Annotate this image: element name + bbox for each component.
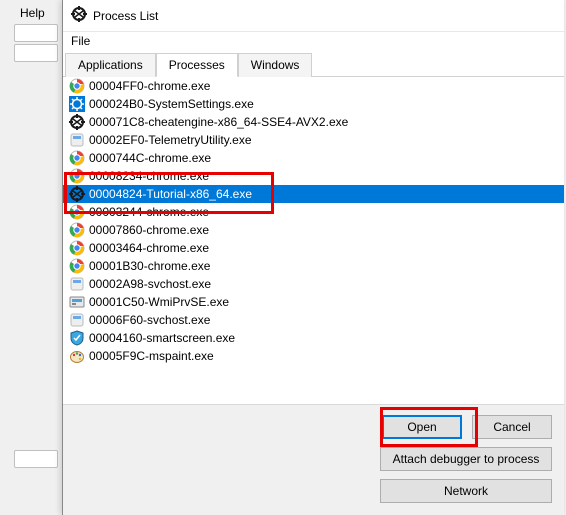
wmi-icon [69,294,85,310]
chrome-icon [69,240,85,256]
process-row-label: 0000744C-chrome.exe [89,151,211,165]
process-row-label: 00004824-Tutorial-x86_64.exe [89,187,252,201]
chrome-icon [69,258,85,274]
generic-icon [69,312,85,328]
process-row[interactable]: 00003464-chrome.exe [63,239,564,257]
dialog-titlebar: Process List [63,0,564,32]
tab-windows[interactable]: Windows [238,53,313,77]
paint-icon [69,348,85,364]
dialog-title: Process List [93,9,158,23]
dialog-menubar: File [63,32,564,52]
process-row-label: 00002A98-svchost.exe [89,277,211,291]
cancel-button[interactable]: Cancel [472,415,552,439]
attach-debugger-button[interactable]: Attach debugger to process [380,447,552,471]
generic-icon [69,276,85,292]
process-row-label: 000024B0-SystemSettings.exe [89,97,254,111]
process-row-label: 00001B30-chrome.exe [89,259,210,273]
process-row-label: 000071C8-cheatengine-x86_64-SSE4-AVX2.ex… [89,115,348,129]
bg-toolbar-field-1 [14,24,58,42]
tab-applications[interactable]: Applications [65,53,156,77]
process-row[interactable]: 00005F9C-mspaint.exe [63,347,564,365]
button-row-1: Open Cancel [382,415,552,439]
process-row[interactable]: 0000744C-chrome.exe [63,149,564,167]
generic-icon [69,132,85,148]
process-row-label: 00005F9C-mspaint.exe [89,349,214,363]
process-row-label: 00004160-smartscreen.exe [89,331,235,345]
process-row-label: 00003244-chrome.exe [89,205,209,219]
ce-icon [69,114,85,130]
process-list-dialog: Process List File Applications Processes… [62,0,564,515]
process-row-label: 00003464-chrome.exe [89,241,209,255]
process-row[interactable]: 00002EF0-TelemetryUtility.exe [63,131,564,149]
process-row[interactable]: 00007860-chrome.exe [63,221,564,239]
ce-icon [71,6,87,25]
chrome-icon [69,222,85,238]
process-row[interactable]: 00001B30-chrome.exe [63,257,564,275]
shield-icon [69,330,85,346]
ce-icon [69,186,85,202]
menu-file[interactable]: File [71,34,90,48]
process-row[interactable]: 00008234-chrome.exe [63,167,564,185]
chrome-icon [69,78,85,94]
open-button[interactable]: Open [382,415,462,439]
process-row[interactable]: 00004824-Tutorial-x86_64.exe [63,185,564,203]
process-row[interactable]: 000024B0-SystemSettings.exe [63,95,564,113]
network-button[interactable]: Network [380,479,552,503]
settings-icon [69,96,85,112]
chrome-icon [69,150,85,166]
process-row-label: 00007860-chrome.exe [89,223,209,237]
process-row[interactable]: 00001C50-WmiPrvSE.exe [63,293,564,311]
bg-toolbar-field-2 [14,44,58,62]
process-row[interactable]: 00004FF0-chrome.exe [63,77,564,95]
process-row[interactable]: 00004160-smartscreen.exe [63,329,564,347]
chrome-icon [69,168,85,184]
process-row[interactable]: 00006F60-svchost.exe [63,311,564,329]
process-row-label: 00008234-chrome.exe [89,169,209,183]
help-menu[interactable]: Help [14,4,51,22]
dialog-footer: Open Cancel Attach debugger to process N… [63,404,564,515]
process-tabs: Applications Processes Windows [63,52,564,77]
process-list[interactable]: 00004FF0-chrome.exe 000024B0-SystemSettin… [63,77,564,404]
chrome-icon [69,204,85,220]
process-row[interactable]: 00002A98-svchost.exe [63,275,564,293]
bg-toolbar-field-3 [14,450,58,468]
tab-processes[interactable]: Processes [156,53,238,77]
process-row-label: 00006F60-svchost.exe [89,313,210,327]
process-row-label: 00001C50-WmiPrvSE.exe [89,295,229,309]
process-row[interactable]: 000071C8-cheatengine-x86_64-SSE4-AVX2.ex… [63,113,564,131]
process-row-label: 00004FF0-chrome.exe [89,79,210,93]
process-row[interactable]: 00003244-chrome.exe [63,203,564,221]
process-row-label: 00002EF0-TelemetryUtility.exe [89,133,252,147]
